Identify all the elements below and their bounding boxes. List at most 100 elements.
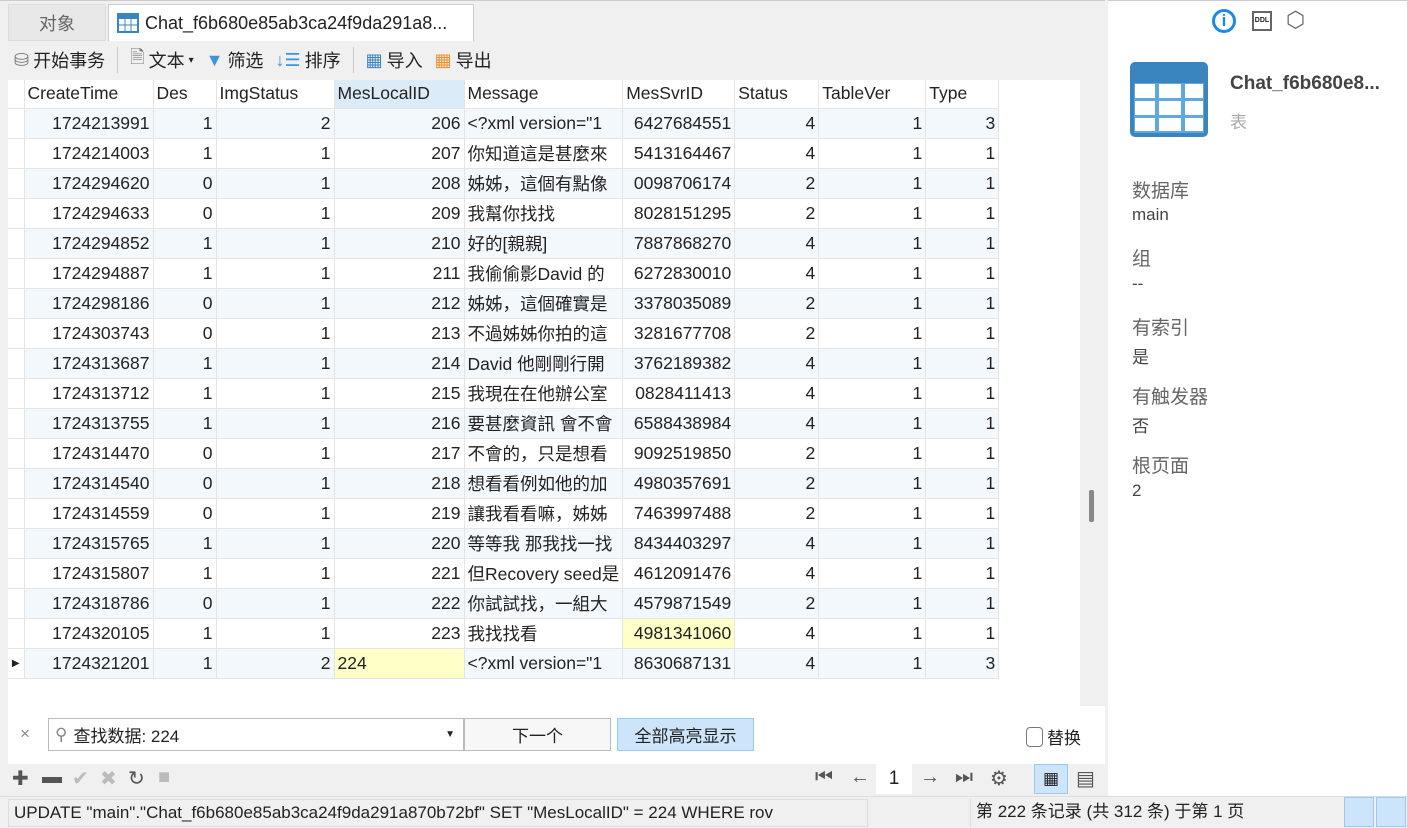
refresh-icon[interactable]: ↻ bbox=[128, 766, 145, 791]
cell-type[interactable]: 1 bbox=[925, 378, 1000, 409]
page-number-input[interactable]: 1 bbox=[876, 764, 912, 794]
cell-message[interactable]: 我找找看 bbox=[464, 618, 624, 649]
cell-des[interactable]: 1 bbox=[153, 378, 217, 409]
cell-tablever[interactable]: 1 bbox=[818, 138, 927, 169]
cell-des[interactable]: 1 bbox=[153, 558, 217, 589]
cell-imgstatus[interactable]: 1 bbox=[216, 468, 335, 499]
cell-imgstatus[interactable]: 1 bbox=[216, 228, 335, 259]
cell-message[interactable]: 我幫你找找 bbox=[464, 198, 624, 229]
cell-meslocalid[interactable]: 219 bbox=[334, 498, 465, 529]
form-view-icon[interactable]: ▤ bbox=[1076, 766, 1095, 791]
cell-status[interactable]: 4 bbox=[734, 618, 820, 649]
cell-messvrid[interactable]: 9092519850 bbox=[622, 438, 736, 469]
cell-messvrid[interactable]: 5413164467 bbox=[622, 138, 736, 169]
cell-imgstatus[interactable]: 1 bbox=[216, 558, 335, 589]
cell-tablever[interactable]: 1 bbox=[818, 648, 927, 679]
cell-status[interactable]: 2 bbox=[734, 168, 820, 199]
cell-message[interactable]: 我現在在他辦公室 bbox=[464, 378, 624, 409]
table-row[interactable]: 1724214003 1 1 207 你知道這是甚麼來 5413164467 4 1 1 bbox=[8, 138, 1000, 169]
cell-imgstatus[interactable]: 1 bbox=[216, 378, 335, 409]
cell-tablever[interactable]: 1 bbox=[818, 198, 927, 229]
cell-imgstatus[interactable]: 2 bbox=[216, 648, 335, 679]
cell-message[interactable]: 你知道這是甚麼來 bbox=[464, 138, 624, 169]
cell-tablever[interactable]: 1 bbox=[818, 228, 927, 259]
cell-createtime[interactable]: 1724313755 bbox=[24, 408, 154, 439]
first-page-icon[interactable]: ⏮ bbox=[815, 766, 833, 789]
table-row[interactable]: 1724213991 1 2 206 <?xml version="1 642768455… bbox=[8, 108, 1000, 139]
cell-type[interactable]: 1 bbox=[925, 498, 1000, 529]
text-button[interactable]: 🗎 文本 ▾ bbox=[126, 45, 198, 75]
cell-tablever[interactable]: 1 bbox=[818, 258, 927, 289]
discard-icon[interactable]: ✖ bbox=[100, 766, 117, 791]
cell-type[interactable]: 1 bbox=[925, 228, 1000, 259]
cell-imgstatus[interactable]: 1 bbox=[216, 198, 335, 229]
cell-createtime[interactable]: 1724214003 bbox=[24, 138, 154, 169]
table-row[interactable]: 1724320105 1 1 223 我找找看 4981341060 4 1 1 bbox=[8, 618, 1000, 649]
cell-createtime[interactable]: 1724318786 bbox=[24, 588, 154, 619]
cell-message[interactable]: 不過姊姊你拍的這 bbox=[464, 318, 624, 349]
cell-des[interactable]: 0 bbox=[153, 198, 217, 229]
cell-tablever[interactable]: 1 bbox=[818, 438, 927, 469]
cell-type[interactable]: 1 bbox=[925, 138, 1000, 169]
cell-tablever[interactable]: 1 bbox=[818, 378, 927, 409]
cell-message[interactable]: David 他剛剛行開 bbox=[464, 348, 624, 379]
row-indicator[interactable] bbox=[8, 528, 25, 559]
row-indicator[interactable]: ▶ bbox=[8, 648, 25, 679]
cell-meslocalid[interactable]: 221 bbox=[334, 558, 465, 589]
cell-status[interactable]: 4 bbox=[734, 378, 820, 409]
cell-status[interactable]: 2 bbox=[734, 198, 820, 229]
cell-tablever[interactable]: 1 bbox=[818, 558, 927, 589]
cell-imgstatus[interactable]: 1 bbox=[216, 438, 335, 469]
cell-imgstatus[interactable]: 1 bbox=[216, 528, 335, 559]
row-indicator[interactable] bbox=[8, 168, 25, 199]
info-icon[interactable]: i bbox=[1212, 9, 1236, 33]
cell-meslocalid[interactable]: 207 bbox=[334, 138, 465, 169]
cell-messvrid[interactable]: 8028151295 bbox=[622, 198, 736, 229]
cell-type[interactable]: 1 bbox=[925, 528, 1000, 559]
cell-status[interactable]: 4 bbox=[734, 138, 820, 169]
import-button[interactable]: ▦ 导入 bbox=[362, 45, 427, 75]
row-indicator[interactable] bbox=[8, 468, 25, 499]
cell-des[interactable]: 0 bbox=[153, 498, 217, 529]
cell-imgstatus[interactable]: 1 bbox=[216, 138, 335, 169]
dropdown-icon[interactable]: ▼ bbox=[445, 729, 463, 740]
toggle-right-pane-icon[interactable] bbox=[1376, 797, 1406, 827]
cell-status[interactable]: 4 bbox=[734, 348, 820, 379]
table-row[interactable]: 1724294620 0 1 208 姊姊，這個有點像 0098706174 2 1 1 bbox=[8, 168, 1000, 199]
cell-status[interactable]: 4 bbox=[734, 408, 820, 439]
cell-createtime[interactable]: 1724294633 bbox=[24, 198, 154, 229]
cell-messvrid[interactable]: 3762189382 bbox=[622, 348, 736, 379]
row-indicator[interactable] bbox=[8, 438, 25, 469]
cell-type[interactable]: 1 bbox=[925, 348, 1000, 379]
cell-type[interactable]: 3 bbox=[925, 648, 1000, 679]
cell-meslocalid[interactable]: 217 bbox=[334, 438, 465, 469]
cell-tablever[interactable]: 1 bbox=[818, 498, 927, 529]
row-indicator[interactable] bbox=[8, 408, 25, 439]
table-row[interactable]: 1724313755 1 1 216 要甚麼資訊 會不會 6588438984 4 1 1 bbox=[8, 408, 1000, 439]
cell-tablever[interactable]: 1 bbox=[818, 528, 927, 559]
cell-meslocalid[interactable]: 216 bbox=[334, 408, 465, 439]
cell-imgstatus[interactable]: 1 bbox=[216, 588, 335, 619]
cell-status[interactable]: 2 bbox=[734, 588, 820, 619]
cell-messvrid[interactable]: 3378035089 bbox=[622, 288, 736, 319]
cell-tablever[interactable]: 1 bbox=[818, 408, 927, 439]
cell-messvrid[interactable]: 6588438984 bbox=[622, 408, 736, 439]
table-row[interactable]: 1724314540 0 1 218 想看看例如他的加 4980357691 2 1 1 bbox=[8, 468, 1000, 499]
cell-des[interactable]: 0 bbox=[153, 288, 217, 319]
row-indicator[interactable] bbox=[8, 558, 25, 589]
cell-imgstatus[interactable]: 1 bbox=[216, 348, 335, 379]
cell-createtime[interactable]: 1724313687 bbox=[24, 348, 154, 379]
cell-des[interactable]: 1 bbox=[153, 228, 217, 259]
table-row[interactable]: 1724313712 1 1 215 我現在在他辦公室 0828411413 4 1 1 bbox=[8, 378, 1000, 409]
cell-messvrid[interactable]: 6427684551 bbox=[622, 108, 736, 139]
toggle-left-pane-icon[interactable] bbox=[1344, 797, 1374, 827]
cell-meslocalid[interactable]: 213 bbox=[334, 318, 465, 349]
cell-des[interactable]: 0 bbox=[153, 318, 217, 349]
table-row[interactable]: 1724294852 1 1 210 好的[親親] 7887868270 4 1 1 bbox=[8, 228, 1000, 259]
cell-des[interactable]: 0 bbox=[153, 168, 217, 199]
row-indicator[interactable] bbox=[8, 348, 25, 379]
cell-messvrid[interactable]: 4981341060 bbox=[622, 618, 736, 649]
cell-message[interactable]: <?xml version="1 bbox=[464, 108, 624, 139]
cell-type[interactable]: 1 bbox=[925, 168, 1000, 199]
last-page-icon[interactable]: ⏭ bbox=[955, 766, 973, 789]
